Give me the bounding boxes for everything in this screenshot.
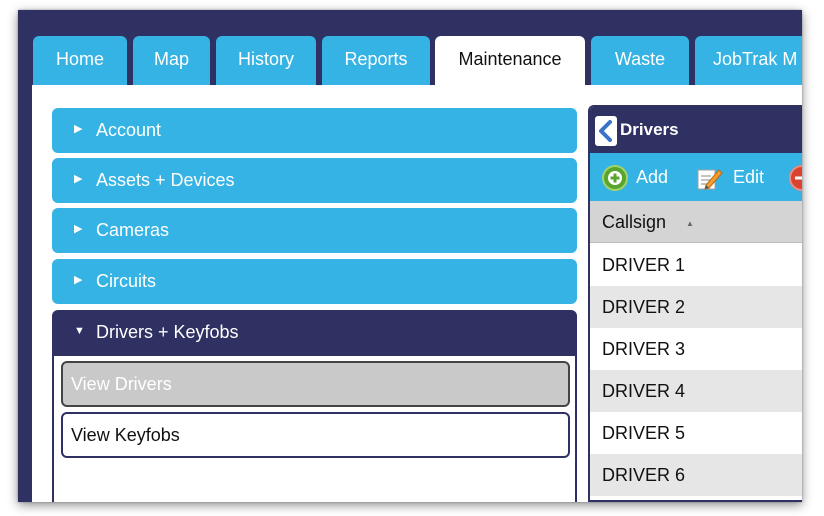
section-cameras[interactable]: ▶ Cameras — [52, 208, 577, 253]
caret-right-icon: ▶ — [74, 273, 83, 286]
view-keyfobs-link[interactable]: View Keyfobs — [61, 412, 570, 458]
sort-asc-icon: ▲ — [686, 219, 694, 228]
tab-reports[interactable]: Reports — [322, 36, 430, 85]
drivers-panel-title: Drivers — [620, 120, 679, 139]
driver-row[interactable]: DRIVER 5 — [590, 412, 802, 454]
section-assets-devices[interactable]: ▶ Assets + Devices — [52, 158, 577, 203]
section-label: Circuits — [96, 271, 157, 291]
delete-circle-icon[interactable] — [789, 165, 802, 191]
drivers-panel-header: Drivers — [590, 107, 802, 153]
edit-pencil-icon[interactable] — [696, 165, 724, 191]
tab-history[interactable]: History — [216, 36, 316, 85]
app-window: Home Map History Reports Maintenance Was… — [18, 10, 802, 502]
section-label: Drivers + Keyfobs — [96, 322, 239, 342]
main-tab-bar: Home Map History Reports Maintenance Was… — [18, 10, 802, 85]
caret-right-icon: ▶ — [74, 122, 83, 135]
caret-right-icon: ▶ — [74, 222, 83, 235]
drivers-keyfobs-panel: View Drivers View Keyfobs — [52, 356, 577, 502]
drivers-toolbar: Add Edit — [590, 153, 802, 201]
view-drivers-link[interactable]: View Drivers — [61, 361, 570, 407]
section-label: Account — [96, 120, 162, 140]
driver-row[interactable]: DRIVER 2 — [590, 286, 802, 328]
column-header-callsign[interactable]: Callsign ▲ — [590, 201, 802, 243]
back-button[interactable] — [595, 116, 617, 146]
drivers-panel: Drivers Add Edit Callsign ▲ DRIVER 1 DRI… — [588, 105, 802, 502]
maintenance-accordion: ▶ Account ▶ Assets + Devices ▶ Cameras ▶ Cir… — [52, 108, 577, 502]
tab-maintenance[interactable]: Maintenance — [435, 36, 585, 85]
section-label: Assets + Devices — [96, 170, 235, 190]
edit-button[interactable]: Edit — [733, 153, 764, 201]
caret-down-icon: ▼ — [74, 324, 85, 337]
tab-home[interactable]: Home — [33, 36, 127, 85]
chevron-left-icon — [599, 120, 612, 142]
tab-map[interactable]: Map — [133, 36, 210, 85]
maintenance-content: ▶ Account ▶ Assets + Devices ▶ Cameras ▶ Cir… — [32, 85, 802, 502]
driver-row[interactable]: DRIVER 4 — [590, 370, 802, 412]
add-button[interactable]: Add — [636, 153, 668, 201]
driver-row[interactable]: DRIVER 1 — [590, 244, 802, 286]
driver-row[interactable]: DRIVER 6 — [590, 454, 802, 496]
column-header-label: Callsign — [602, 212, 667, 232]
section-circuits[interactable]: ▶ Circuits — [52, 259, 577, 304]
tab-jobtrak[interactable]: JobTrak M — [695, 36, 802, 85]
caret-right-icon: ▶ — [74, 172, 83, 185]
section-drivers-keyfobs[interactable]: ▼ Drivers + Keyfobs — [52, 310, 577, 356]
driver-row[interactable]: DRIVER 3 — [590, 328, 802, 370]
add-circle-icon[interactable] — [602, 165, 628, 191]
section-account[interactable]: ▶ Account — [52, 108, 577, 153]
section-label: Cameras — [96, 220, 170, 240]
tab-waste[interactable]: Waste — [591, 36, 689, 85]
